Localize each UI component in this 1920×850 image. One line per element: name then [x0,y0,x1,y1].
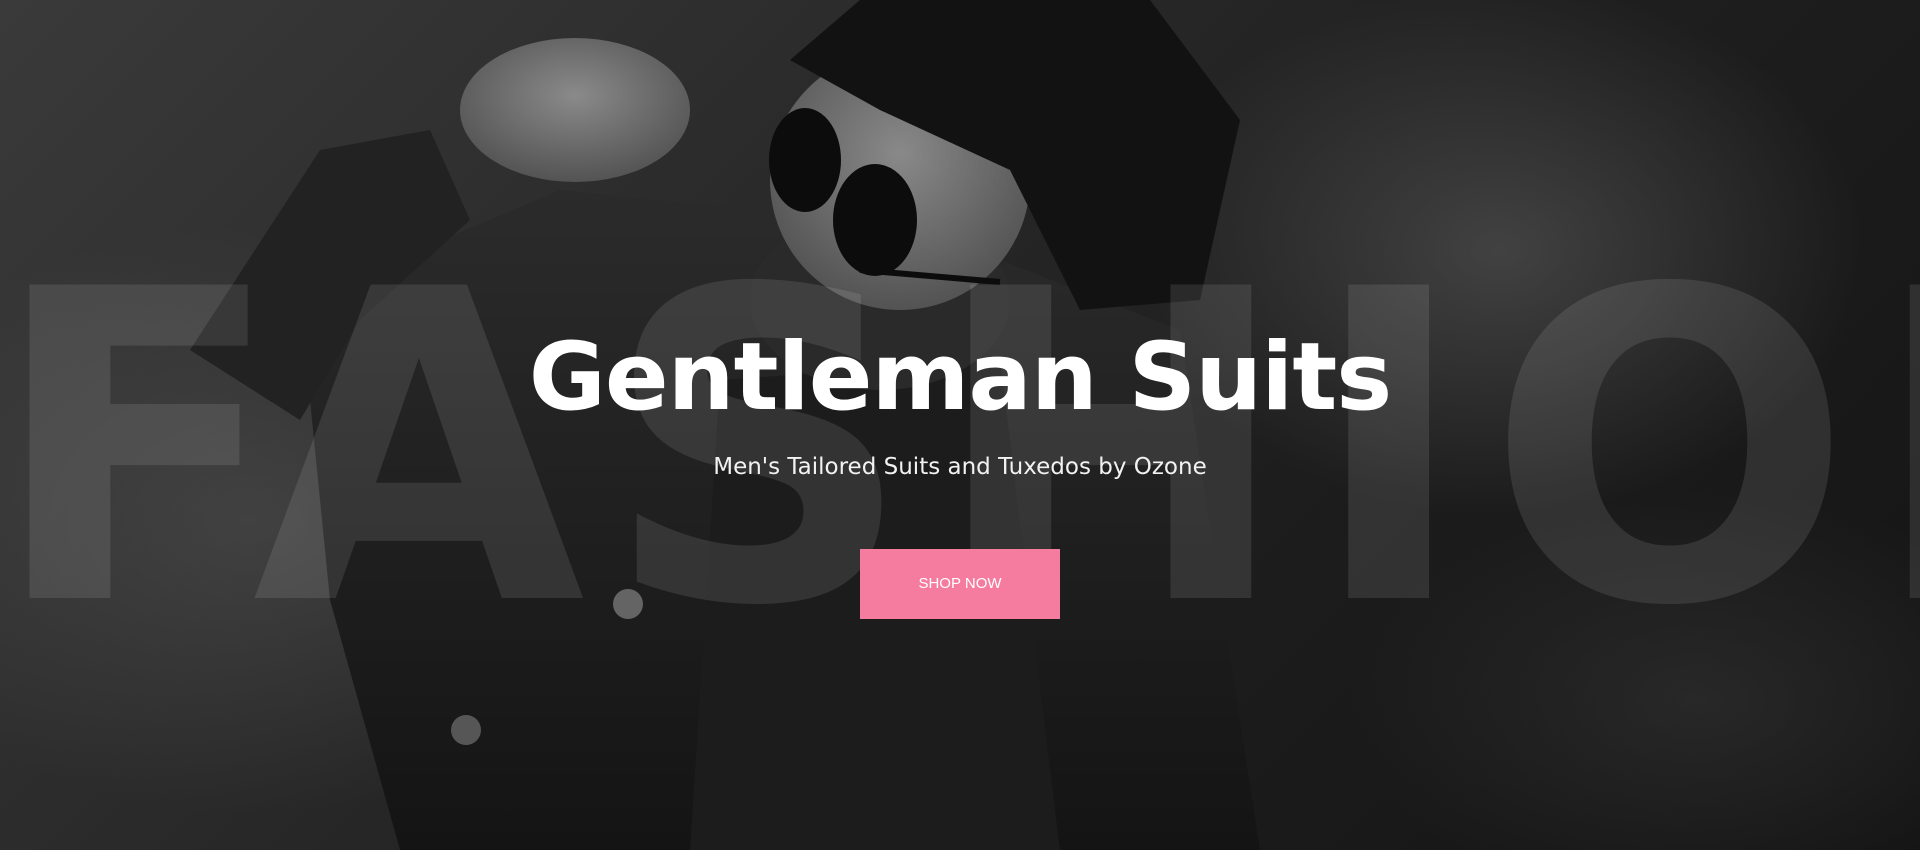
hero-headline: Gentleman Suits [528,323,1393,432]
hero-section: FASHION Gentleman Suits Men's Tailored S… [0,0,1920,850]
hero-subtitle: Men's Tailored Suits and Tuxedos by Ozon… [713,454,1207,480]
shop-now-button[interactable]: SHOP NOW [860,549,1060,619]
hero-content: Gentleman Suits Men's Tailored Suits and… [0,325,1920,619]
